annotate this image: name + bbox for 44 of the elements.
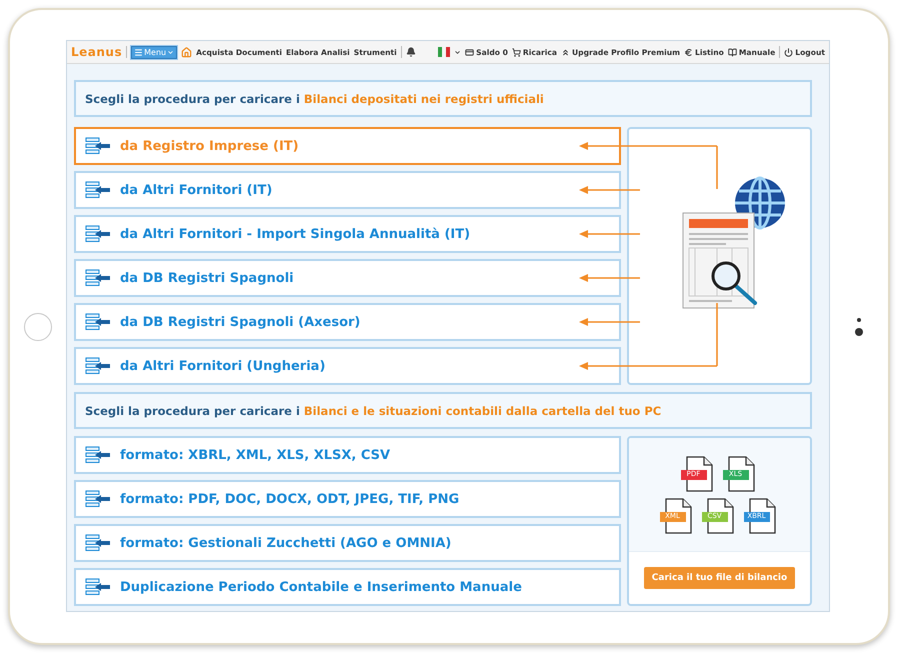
menu-button[interactable]: Menu — [131, 46, 178, 58]
arrow — [579, 318, 640, 326]
list-arrow-icon — [85, 225, 111, 243]
bell-icon[interactable] — [406, 47, 416, 57]
caret-icon — [167, 48, 174, 56]
section-heading: Scegli la procedura per caricare i Bilanci e le situazioni contabili dalla cartella del tuo PC — [74, 392, 812, 429]
list-arrow-icon — [85, 490, 111, 508]
option-row[interactable]: Duplicazione Periodo Contabile e Inserimento Manuale — [74, 568, 621, 606]
list-arrow-icon — [85, 269, 111, 287]
italy-flag-icon[interactable] — [438, 47, 450, 57]
option-row[interactable]: da DB Registri Spagnoli (Axesor) — [74, 303, 621, 341]
cart-icon — [512, 48, 521, 56]
option-row[interactable]: da Altri Fornitori - Import Singola Annualità (IT) — [74, 215, 621, 253]
menu-icon — [134, 48, 144, 56]
list-arrow-icon — [85, 446, 111, 464]
book-icon — [728, 48, 737, 56]
option-row[interactable]: da Registro Imprese (IT) — [74, 127, 621, 165]
option-row[interactable]: da Altri Fornitori (Ungheria) — [74, 347, 621, 385]
sensor-dot — [857, 318, 861, 322]
option-row[interactable]: formato: PDF, DOC, DOCX, ODT, JPEG, TIF, PNG — [74, 480, 621, 518]
option-row[interactable]: da DB Registri Spagnoli — [74, 259, 621, 297]
arrow — [579, 274, 640, 282]
arrow — [579, 186, 640, 194]
connector-line — [716, 146, 718, 189]
list-arrow-icon — [85, 313, 111, 331]
card-icon — [465, 48, 474, 56]
logo: Leanus — [71, 45, 122, 59]
list-arrow-icon — [85, 534, 111, 552]
chevrons-up-icon — [560, 48, 570, 56]
list-arrow-icon — [85, 578, 111, 596]
euro-icon — [684, 48, 694, 56]
camera-dot — [855, 328, 863, 336]
option-row[interactable]: formato: Gestionali Zucchetti (AGO e OMNIA) — [74, 524, 621, 562]
list-arrow-icon — [85, 137, 111, 155]
list-arrow-icon — [85, 357, 111, 375]
power-icon — [784, 48, 794, 56]
upload-button[interactable]: Carica il tuo file di bilancio — [644, 567, 796, 589]
option-row[interactable]: formato: XBRL, XML, XLS, XLSX, CSV — [74, 436, 621, 474]
list-arrow-icon — [85, 181, 111, 199]
section-heading: Scegli la procedura per caricare i Bilanci depositati nei registri ufficiali — [74, 80, 812, 117]
option-row[interactable]: da Altri Fornitori (IT) — [74, 171, 621, 209]
connector-line — [716, 303, 718, 366]
caret-icon[interactable] — [454, 48, 462, 56]
arrow — [579, 230, 640, 238]
